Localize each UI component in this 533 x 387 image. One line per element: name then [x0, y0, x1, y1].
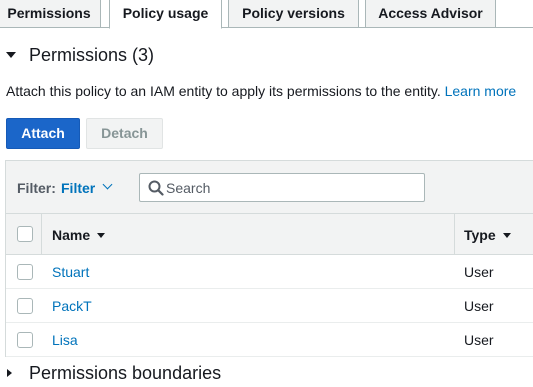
description-text: Attach this policy to an IAM entity to a…	[6, 83, 441, 99]
tab-permissions[interactable]: Permissions	[0, 0, 101, 28]
search-input[interactable]	[166, 174, 421, 201]
entity-name-link[interactable]: Stuart	[52, 264, 89, 280]
permissions-boundaries-header[interactable]: Permissions boundaries	[6, 362, 221, 384]
column-type-label: Type	[464, 227, 496, 243]
entity-name-link[interactable]: PackT	[52, 298, 92, 314]
search-icon	[148, 180, 164, 196]
permissions-description: Attach this policy to an IAM entity to a…	[6, 83, 516, 99]
learn-more-link[interactable]: Learn more	[445, 83, 517, 99]
sort-caret-down-icon	[502, 233, 511, 238]
permissions-table: Filter: Filter Name Type Stuart User Pac…	[5, 160, 533, 357]
column-divider	[454, 214, 455, 255]
tab-bar: Permissions Policy usage Policy versions…	[0, 0, 533, 29]
select-all-checkbox[interactable]	[17, 226, 33, 242]
column-name-label: Name	[52, 227, 91, 243]
entity-type: User	[464, 298, 494, 314]
row-checkbox[interactable]	[17, 264, 33, 280]
filter-label: Filter:	[17, 180, 56, 196]
permissions-section-header[interactable]: Permissions (3)	[6, 42, 154, 68]
filter-dropdown[interactable]: Filter	[61, 180, 95, 196]
tab-access-advisor[interactable]: Access Advisor	[365, 0, 496, 28]
tab-policy-versions[interactable]: Policy versions	[228, 0, 359, 28]
chevron-down-icon[interactable]	[102, 179, 113, 190]
row-checkbox[interactable]	[17, 332, 33, 348]
caret-right-icon	[7, 369, 12, 377]
entity-type: User	[464, 332, 494, 348]
sort-caret-down-icon	[97, 233, 106, 238]
column-header-type[interactable]: Type	[464, 227, 511, 243]
permissions-section-title: Permissions (3)	[29, 44, 155, 65]
row-checkbox[interactable]	[17, 298, 33, 314]
entity-name-link[interactable]: Lisa	[52, 332, 78, 348]
table-row: Lisa User	[6, 323, 533, 357]
caret-down-icon	[6, 52, 16, 58]
detach-button[interactable]: Detach	[86, 118, 163, 149]
column-divider	[41, 214, 42, 255]
table-row: PackT User	[6, 289, 533, 323]
table-row: Stuart User	[6, 255, 533, 289]
column-header-name[interactable]: Name	[52, 227, 106, 243]
tab-policy-usage[interactable]: Policy usage	[109, 0, 222, 29]
permissions-boundaries-title: Permissions boundaries	[29, 362, 222, 383]
search-box[interactable]	[139, 173, 425, 202]
entity-type: User	[464, 264, 494, 280]
table-header: Name Type	[6, 214, 533, 255]
attach-button[interactable]: Attach	[6, 118, 80, 149]
filter-bar: Filter: Filter	[6, 161, 533, 214]
